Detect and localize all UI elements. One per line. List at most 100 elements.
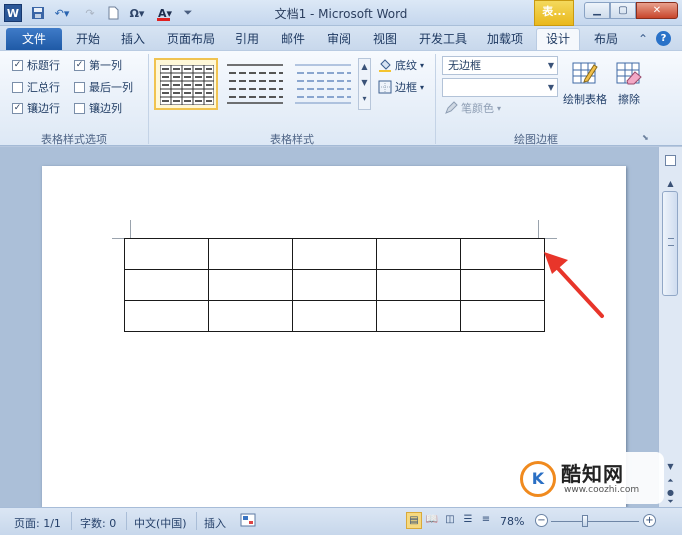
checkbox-total-row[interactable]: 汇总行: [12, 79, 60, 95]
minimize-button[interactable]: ▁: [584, 2, 610, 19]
font-color-icon[interactable]: A ▾: [154, 4, 176, 22]
save-icon[interactable]: [30, 4, 46, 22]
tab-developer[interactable]: 开发工具: [414, 29, 472, 50]
checkbox-last-column[interactable]: 最后一列: [74, 79, 133, 95]
line-weight-dropdown[interactable]: ▼: [442, 78, 558, 97]
line-style-dropdown[interactable]: 无边框 ▼: [442, 56, 558, 75]
table-style-grid[interactable]: [154, 58, 218, 110]
outline-view-icon[interactable]: ☰: [460, 512, 476, 529]
gallery-up-icon[interactable]: ▲: [359, 59, 370, 75]
scroll-thumb[interactable]: [662, 191, 678, 296]
dialog-launcher-icon[interactable]: ⬊: [642, 133, 649, 142]
tab-review[interactable]: 审阅: [322, 29, 356, 50]
crop-mark: [538, 220, 539, 238]
coozhi-logo-icon: K: [520, 461, 556, 497]
watermark-url: www.coozhi.com: [564, 485, 640, 495]
eraser-button[interactable]: 擦除: [612, 59, 646, 107]
checkbox-box[interactable]: [12, 81, 23, 93]
status-word-count[interactable]: 字数: 0: [80, 515, 116, 531]
zoom-out-button[interactable]: −: [535, 514, 548, 527]
zoom-in-button[interactable]: +: [643, 514, 656, 527]
previous-page-icon[interactable]: ⏶: [663, 475, 678, 487]
word-logo-icon[interactable]: W: [4, 4, 22, 22]
status-page[interactable]: 页面: 1/1: [14, 515, 61, 531]
table-cell[interactable]: [292, 300, 377, 332]
customize-toolbar-icon[interactable]: ⏷: [182, 4, 194, 22]
print-layout-icon[interactable]: ▤: [406, 512, 422, 529]
checkbox-label: 第一列: [89, 59, 122, 72]
status-separator: [126, 512, 127, 530]
checkbox-box[interactable]: ✓: [74, 59, 85, 71]
status-language[interactable]: 中文(中国): [134, 515, 187, 531]
table-cell[interactable]: [124, 238, 209, 270]
gallery-scroll-control[interactable]: ▲ ▼ ▾: [358, 58, 371, 110]
ribbon-tabs: 文件 开始 插入 页面布局 引用 邮件 审阅 视图 开发工具 加载项 设计 布局…: [0, 26, 682, 51]
checkbox-header-row[interactable]: ✓ 标题行: [12, 57, 60, 73]
draft-view-icon[interactable]: ≡: [478, 512, 494, 529]
checkbox-box[interactable]: [74, 81, 85, 93]
tab-references[interactable]: 引用: [230, 29, 264, 50]
tab-file[interactable]: 文件: [6, 28, 62, 50]
scroll-down-icon[interactable]: ▼: [663, 461, 678, 473]
table-style-light[interactable]: [290, 58, 354, 110]
close-button[interactable]: ✕: [636, 2, 678, 19]
table-cell[interactable]: [292, 269, 377, 301]
table-cell[interactable]: [124, 269, 209, 301]
checkbox-first-column[interactable]: ✓ 第一列: [74, 57, 122, 73]
redo-icon[interactable]: ↷: [82, 4, 98, 22]
collapse-ribbon-icon[interactable]: ⌃: [638, 32, 648, 46]
gallery-down-icon[interactable]: ▼: [359, 75, 370, 91]
table-tools-context-label: 表...: [534, 0, 574, 26]
next-page-icon[interactable]: ⏷: [663, 497, 678, 507]
checkbox-banded-rows[interactable]: ✓ 镶边行: [12, 100, 60, 116]
table-cell[interactable]: [376, 238, 461, 270]
document-table[interactable]: [124, 238, 545, 332]
borders-button[interactable]: 边框 ▾: [378, 79, 424, 95]
help-icon[interactable]: ?: [656, 31, 671, 46]
table-cell[interactable]: [208, 269, 293, 301]
macro-record-icon[interactable]: [240, 513, 256, 530]
checkbox-box[interactable]: ✓: [12, 59, 23, 71]
new-document-icon[interactable]: [106, 4, 120, 22]
zoom-slider-thumb[interactable]: [582, 515, 589, 527]
scroll-up-icon[interactable]: ▲: [663, 177, 678, 191]
gallery-more-icon[interactable]: ▾: [359, 91, 370, 107]
checkbox-box[interactable]: ✓: [12, 102, 23, 114]
web-layout-icon[interactable]: ◫: [442, 512, 458, 529]
tab-addins[interactable]: 加载项: [482, 29, 528, 50]
table-cell[interactable]: [208, 238, 293, 270]
tab-design[interactable]: 设计: [536, 28, 580, 51]
tab-insert[interactable]: 插入: [116, 29, 150, 50]
table-cell[interactable]: [124, 300, 209, 332]
tab-table-layout[interactable]: 布局: [586, 29, 626, 50]
table-cell[interactable]: [460, 269, 545, 301]
checkbox-banded-columns[interactable]: 镶边列: [74, 100, 122, 116]
zoom-slider-track[interactable]: [551, 521, 639, 522]
ribbon: ✓ 标题行 ✓ 第一列 汇总行 最后一列 ✓ 镶边行 镶边列 表格样式选项 ▲ …: [0, 50, 682, 146]
grip-icon: [668, 238, 674, 246]
tab-mailings[interactable]: 邮件: [276, 29, 310, 50]
tab-page-layout[interactable]: 页面布局: [162, 29, 220, 50]
shading-button[interactable]: 底纹 ▾: [378, 57, 424, 73]
full-screen-reading-icon[interactable]: 📖: [424, 512, 440, 529]
table-cell[interactable]: [208, 300, 293, 332]
tab-home[interactable]: 开始: [70, 29, 106, 50]
word-logo-letter: W: [6, 6, 20, 20]
status-insert-mode[interactable]: 插入: [204, 515, 226, 531]
draw-table-button[interactable]: 绘制表格: [562, 59, 608, 107]
table-cell[interactable]: [460, 238, 545, 270]
table-cell[interactable]: [376, 269, 461, 301]
undo-icon[interactable]: ↶▾: [52, 4, 72, 22]
tab-view[interactable]: 视图: [368, 29, 402, 50]
table-style-plain[interactable]: [222, 58, 286, 110]
ruler-toggle-icon[interactable]: [658, 147, 682, 175]
status-separator: [71, 512, 72, 530]
table-cell[interactable]: [376, 300, 461, 332]
pen-color-button[interactable]: 笔颜色 ▾: [444, 100, 501, 116]
checkbox-box[interactable]: [74, 102, 85, 114]
table-cell[interactable]: [292, 238, 377, 270]
symbol-omega-icon[interactable]: Ω▾: [126, 4, 148, 22]
maximize-button[interactable]: ▢: [610, 2, 636, 19]
table-cell[interactable]: [460, 300, 545, 332]
zoom-level[interactable]: 78%: [500, 515, 524, 528]
